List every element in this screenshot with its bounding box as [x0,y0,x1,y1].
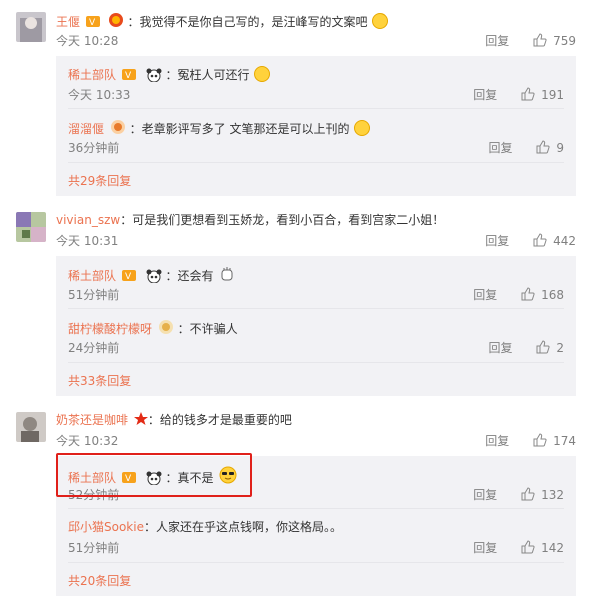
thumbs-up-icon [521,87,535,101]
thumbs-up-icon [533,33,547,47]
vip-badge-icon: V [85,14,102,32]
like-button[interactable]: 168 [521,287,564,303]
thumbs-up-icon [536,340,550,354]
vip-badge-icon: V [121,268,138,286]
vip-badge-icon: V [121,67,138,85]
thumbs-up-icon [521,487,535,501]
reply-button[interactable]: 回复 [473,487,497,503]
medal-badge-icon [110,119,126,139]
divider [68,508,564,509]
reply-button[interactable]: 回复 [489,140,513,156]
grin-emoji-icon [354,120,371,136]
comment-time: 今天 10:31 [56,234,119,248]
like-count: 9 [556,141,564,155]
reply-button[interactable]: 回复 [485,33,509,49]
reply-button[interactable]: 回复 [485,433,509,449]
like-count: 168 [541,288,564,302]
reply-text: ：还会有 [165,269,214,283]
thumbs-up-icon [521,540,535,554]
panda-badge-icon [146,68,162,86]
like-count: 132 [541,488,564,502]
reply-list: 稀土部队 V ：冤枉人可还行 今天 10:33 回复 191 溜溜偃 ：老章影评… [56,56,576,196]
reply-list: 稀土部队 V ：还会有 51分钟前 回复 168 甜柠檬酸柠檬呀 ：不许骗人 2… [56,256,576,396]
username[interactable]: 稀土部队 [68,68,116,82]
like-button[interactable]: 132 [521,487,564,503]
like-count: 191 [541,88,564,102]
hand-emoji-icon [219,266,235,286]
comment-text: ：给的钱多才是最重要的吧 [147,413,292,427]
doge-emoji-icon [372,13,389,29]
like-button[interactable]: 2 [536,340,564,356]
thumbs-up-icon [521,287,535,301]
reply-time: 24分钟前 [68,341,120,355]
reply-text: ：不许骗人 [177,322,238,336]
view-more-replies-link[interactable]: 共33条回复 [68,373,131,389]
reply-button[interactable]: 回复 [489,340,513,356]
like-button[interactable]: 142 [521,540,564,556]
svg-text:V: V [125,71,132,81]
like-button[interactable]: 191 [521,87,564,103]
divider [68,162,564,163]
like-button[interactable]: 9 [536,140,564,156]
svg-text:V: V [125,272,132,282]
avatar[interactable] [16,412,46,442]
comment-time: 今天 10:32 [56,434,119,448]
like-count: 142 [541,541,564,555]
reply-time: 36分钟前 [68,141,120,155]
reply-button[interactable]: 回复 [473,287,497,303]
like-count: 442 [553,234,576,248]
like-button[interactable]: 174 [533,433,576,449]
thumbs-up-icon [536,140,550,154]
username[interactable]: 稀土部队 [68,269,116,283]
reply-time: 51分钟前 [68,288,120,302]
svg-text:V: V [89,18,96,28]
lantern-badge-icon [108,12,124,32]
like-button[interactable]: 759 [533,33,576,49]
reply-time: 今天 10:33 [68,88,131,102]
panda-badge-icon [146,269,162,287]
highlight-box [56,453,252,497]
laughing-emoji-icon [254,66,271,82]
username[interactable]: 甜柠檬酸柠檬呀 [68,322,152,336]
reply-button[interactable]: 回复 [485,233,509,249]
thumbs-up-icon [533,433,547,447]
view-more-replies-link[interactable]: 共20条回复 [68,573,131,589]
view-more-replies-link[interactable]: 共29条回复 [68,173,131,189]
reply-button[interactable]: 回复 [473,540,497,556]
reply-text: ：老章影评写多了 文笔那还是可以上刊的 [129,122,350,136]
avatar[interactable] [16,212,46,242]
divider [68,562,564,563]
username[interactable]: 奶茶还是咖啡 [56,413,128,427]
thumbs-up-icon [533,233,547,247]
comment-time: 今天 10:28 [56,34,119,48]
username[interactable]: 溜溜偃 [68,122,104,136]
divider [68,108,564,109]
reply-text: ：人家还在乎这点钱啊，你这格局。。 [143,520,342,534]
comment-text: ：可是我们更想看到玉娇龙，看到小百合，看到宫家二小姐！ [120,213,445,227]
star-badge-icon [133,412,148,430]
medal-badge-icon [158,319,174,339]
reply-time: 51分钟前 [68,541,120,555]
like-count: 759 [553,34,576,48]
like-button[interactable]: 442 [533,233,576,249]
avatar[interactable] [16,12,46,42]
username[interactable]: 王偃 [56,15,80,29]
like-count: 174 [553,434,576,448]
reply-button[interactable]: 回复 [473,87,497,103]
like-count: 2 [556,341,564,355]
username[interactable]: 邱小猫Sookie [68,520,144,534]
divider [68,362,564,363]
comment-text: ：我觉得不是你自己写的，是汪峰写的文案吧 [127,15,368,29]
reply-text: ：冤枉人可还行 [165,68,250,82]
username[interactable]: vivian_szw [56,213,120,227]
divider [68,308,564,309]
